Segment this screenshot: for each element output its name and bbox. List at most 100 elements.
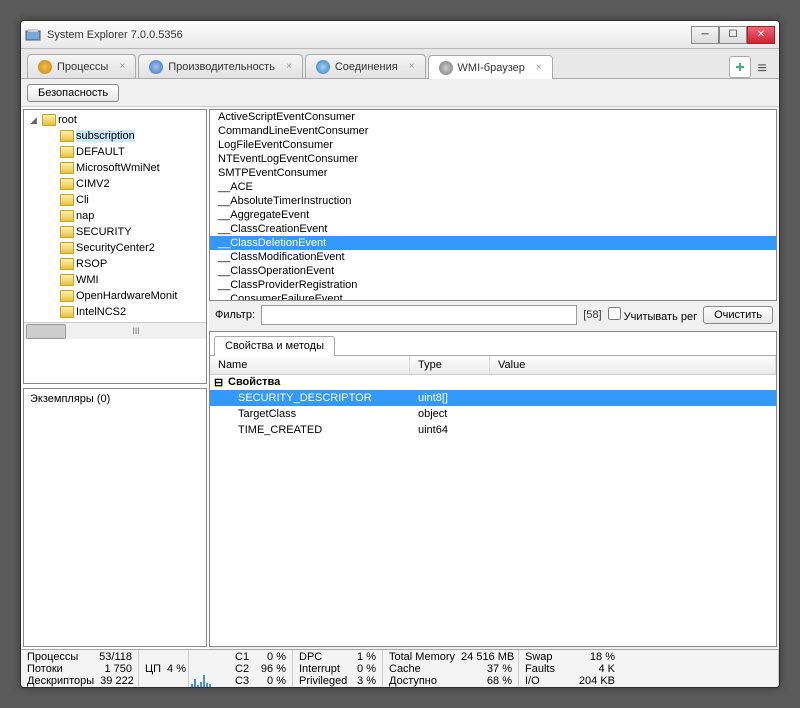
- folder-icon: [60, 130, 74, 142]
- folder-icon: [60, 242, 74, 254]
- status-metric: Доступно68 %: [389, 675, 512, 687]
- status-metric: Faults4 K: [525, 663, 772, 675]
- folder-icon: [60, 194, 74, 206]
- tab-bar: Процессы× Производительность× Соединения…: [21, 49, 779, 79]
- instances-panel: Экземпляры (0): [23, 388, 207, 647]
- tab-close-icon[interactable]: ×: [286, 61, 292, 72]
- class-list-item[interactable]: __ClassModificationEvent: [210, 250, 776, 264]
- tree-node[interactable]: WMI: [26, 272, 204, 288]
- horizontal-scrollbar[interactable]: ǀǀǀ: [24, 322, 206, 339]
- status-metric: DPC1 %: [299, 651, 376, 663]
- tab-close-icon[interactable]: ×: [536, 62, 542, 73]
- class-list-item[interactable]: __ACE: [210, 180, 776, 194]
- folder-icon: [60, 306, 74, 318]
- folder-icon: [60, 226, 74, 238]
- status-metric: Total Memory24 516 MB: [389, 651, 512, 663]
- class-list-item[interactable]: __ClassOperationEvent: [210, 264, 776, 278]
- app-window: System Explorer 7.0.0.5356 ─ ☐ ✕ Процесс…: [20, 20, 780, 688]
- tab-connections[interactable]: Соединения×: [305, 54, 426, 78]
- tree-node[interactable]: IntelNCS2: [26, 304, 204, 320]
- folder-icon: [60, 178, 74, 190]
- close-button[interactable]: ✕: [747, 26, 775, 44]
- class-list-item[interactable]: CommandLineEventConsumer: [210, 124, 776, 138]
- filter-input[interactable]: [261, 305, 577, 325]
- properties-grid[interactable]: Name Type Value ⊟Свойства SECURITY_DESCR…: [210, 356, 776, 646]
- filter-label: Фильтр:: [215, 309, 255, 321]
- class-list-item[interactable]: SMTPEventConsumer: [210, 166, 776, 180]
- tree-root[interactable]: ◢root: [26, 112, 204, 128]
- status-metric: I/O204 KB: [525, 675, 772, 687]
- status-metric: C296 %: [235, 663, 286, 675]
- status-metric: Дескрипторы39 222: [27, 675, 132, 687]
- class-list-item[interactable]: __AbsoluteTimerInstruction: [210, 194, 776, 208]
- filter-bar: Фильтр: [58] Учитывать рег Очистить: [209, 301, 779, 329]
- instances-label: Экземпляры (0): [30, 393, 110, 405]
- clear-filter-button[interactable]: Очистить: [703, 306, 773, 324]
- tree-node[interactable]: OpenHardwareMonit: [26, 288, 204, 304]
- property-group[interactable]: ⊟Свойства: [210, 375, 776, 390]
- class-list-item[interactable]: __ClassDeletionEvent: [210, 236, 776, 250]
- class-list-item[interactable]: NTEventLogEventConsumer: [210, 152, 776, 166]
- tree-node[interactable]: RSOP: [26, 256, 204, 272]
- folder-icon: [60, 210, 74, 222]
- folder-icon: [60, 258, 74, 270]
- properties-panel: Свойства и методы Name Type Value ⊟Свойс…: [209, 331, 777, 647]
- tree-node[interactable]: Cli: [26, 192, 204, 208]
- status-metric: Swap18 %: [525, 651, 772, 663]
- chart-icon: [149, 60, 163, 74]
- status-metric: Cache37 %: [389, 663, 512, 675]
- folder-icon: [60, 274, 74, 286]
- properties-tab[interactable]: Свойства и методы: [214, 336, 335, 356]
- cpu-sparkline: [189, 650, 229, 687]
- status-bar: Процессы53/118Потоки1 750Дескрипторы39 2…: [21, 649, 779, 687]
- tree-node[interactable]: SecurityCenter2: [26, 240, 204, 256]
- security-button[interactable]: Безопасность: [27, 84, 119, 102]
- col-type[interactable]: Type: [410, 356, 490, 374]
- namespace-tree[interactable]: ◢root subscriptionDEFAULTMicrosoftWmiNet…: [23, 109, 207, 384]
- wmi-icon: [439, 61, 453, 75]
- tab-close-icon[interactable]: ×: [409, 61, 415, 72]
- tree-node[interactable]: subscription: [26, 128, 204, 144]
- class-list-item[interactable]: ActiveScriptEventConsumer: [210, 110, 776, 124]
- tree-node[interactable]: SECURITY: [26, 224, 204, 240]
- status-metric: C30 %: [235, 675, 286, 687]
- class-list-item[interactable]: __ConsumerFailureEvent: [210, 292, 776, 301]
- status-metric: Потоки1 750: [27, 663, 132, 675]
- class-list-item[interactable]: __ClassCreationEvent: [210, 222, 776, 236]
- status-metric: Interrupt0 %: [299, 663, 376, 675]
- folder-icon: [60, 290, 74, 302]
- hamburger-menu-icon[interactable]: ≡: [751, 60, 773, 78]
- property-row[interactable]: TargetClassobject: [210, 406, 776, 422]
- property-row[interactable]: SECURITY_DESCRIPTORuint8[]: [210, 390, 776, 406]
- tab-performance[interactable]: Производительность×: [138, 54, 303, 78]
- class-list-item[interactable]: __AggregateEvent: [210, 208, 776, 222]
- tree-node[interactable]: nap: [26, 208, 204, 224]
- app-icon: [25, 27, 41, 43]
- property-row[interactable]: TIME_CREATEDuint64: [210, 422, 776, 438]
- class-list-item[interactable]: __ClassProviderRegistration: [210, 278, 776, 292]
- tree-node[interactable]: MicrosoftWmiNet: [26, 160, 204, 176]
- folder-icon: [60, 146, 74, 158]
- toolbar: Безопасность: [21, 79, 779, 107]
- window-title: System Explorer 7.0.0.5356: [47, 29, 691, 41]
- tree-node[interactable]: CIMV2: [26, 176, 204, 192]
- class-list[interactable]: ActiveScriptEventConsumerCommandLineEven…: [209, 109, 777, 301]
- filter-count: [58]: [583, 309, 601, 321]
- tree-node[interactable]: DEFAULT: [26, 144, 204, 160]
- class-list-item[interactable]: LogFileEventConsumer: [210, 138, 776, 152]
- tab-close-icon[interactable]: ×: [119, 61, 125, 72]
- folder-icon: [60, 162, 74, 174]
- col-name[interactable]: Name: [210, 356, 410, 374]
- maximize-button[interactable]: ☐: [719, 26, 747, 44]
- col-value[interactable]: Value: [490, 356, 776, 374]
- titlebar[interactable]: System Explorer 7.0.0.5356 ─ ☐ ✕: [21, 21, 779, 49]
- tab-wmi-browser[interactable]: WMI-браузер×: [428, 55, 553, 79]
- tab-processes[interactable]: Процессы×: [27, 54, 136, 78]
- filter-case-checkbox[interactable]: Учитывать рег: [608, 307, 698, 323]
- status-metric: Процессы53/118: [27, 651, 132, 663]
- status-metric: ЦП4 %: [145, 663, 182, 675]
- add-tab-button[interactable]: ✚: [729, 56, 751, 78]
- minimize-button[interactable]: ─: [691, 26, 719, 44]
- gear-icon: [38, 60, 52, 74]
- globe-icon: [316, 60, 330, 74]
